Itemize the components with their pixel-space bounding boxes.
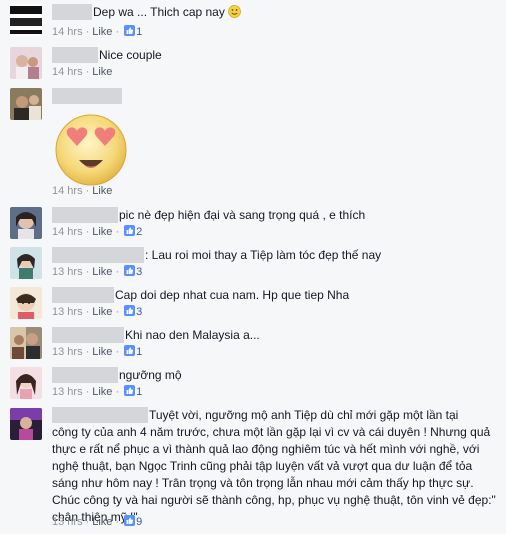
timestamp: 13 hrs (52, 306, 83, 318)
avatar[interactable] (10, 408, 42, 440)
thumbs-up-icon (124, 515, 136, 526)
like-link[interactable]: Like (92, 516, 112, 528)
redacted-name[interactable] (52, 47, 98, 63)
like-link[interactable]: Like (92, 346, 112, 358)
redacted-name[interactable] (52, 407, 148, 423)
comment-text: pic nè đẹp hiện đại và sang trọng quá , … (119, 208, 366, 222)
like-link[interactable]: Like (92, 185, 112, 197)
comment-text: ngưỡng mộ (119, 368, 182, 382)
thumbs-up-icon (124, 265, 136, 276)
timestamp: 13 hrs (52, 266, 83, 278)
like-count[interactable]: 2 (136, 226, 142, 238)
redacted-name[interactable] (52, 88, 122, 104)
like-count[interactable]: 1 (136, 26, 142, 38)
heart-eyes-sticker (55, 114, 127, 186)
like-count[interactable]: 1 (136, 386, 142, 398)
like-link[interactable]: Like (92, 26, 112, 38)
like-count[interactable]: 9 (136, 516, 142, 528)
like-link[interactable]: Like (92, 266, 112, 278)
comment-text-continued: công ty của anh 4 năm trước, chưa một lầ… (52, 425, 496, 524)
redacted-name[interactable] (52, 247, 144, 263)
avatar[interactable] (10, 4, 42, 36)
timestamp: 14 hrs (52, 226, 83, 238)
smiley-icon (228, 5, 242, 18)
thumbs-up-icon (124, 385, 136, 396)
thumbs-up-icon (124, 225, 136, 236)
like-count[interactable]: 3 (136, 306, 142, 318)
avatar[interactable] (10, 247, 42, 279)
comment-text: Khi nao den Malaysia a... (125, 328, 260, 342)
redacted-name[interactable] (52, 4, 92, 20)
timestamp: 13 hrs (52, 386, 83, 398)
like-link[interactable]: Like (92, 66, 112, 78)
like-link[interactable]: Like (92, 226, 112, 238)
thumbs-up-icon (124, 345, 136, 356)
thumbs-up-icon (124, 25, 136, 36)
comment-text: Nice couple (99, 48, 162, 62)
avatar[interactable] (10, 327, 42, 359)
timestamp: 14 hrs (52, 26, 83, 38)
comment-text: : Lau roi moi thay a Tiệp làm tóc đẹp th… (145, 248, 382, 262)
timestamp: 14 hrs (52, 185, 83, 197)
redacted-name[interactable] (52, 287, 114, 303)
timestamp: 13 hrs (52, 516, 83, 528)
redacted-name[interactable] (52, 367, 118, 383)
comment-text: Dep wa ... Thich cap nay (93, 5, 225, 19)
thumbs-up-icon (124, 305, 136, 316)
avatar[interactable] (10, 367, 42, 399)
avatar[interactable] (10, 47, 42, 79)
redacted-name[interactable] (52, 327, 124, 343)
avatar[interactable] (10, 207, 42, 239)
comment-text: Tuyệt vời, ngưỡng mộ anh Tiệp dù chỉ mới… (149, 408, 459, 422)
comment-text: Cap doi dep nhat cua nam. Hp que tiep Nh… (115, 288, 350, 302)
timestamp: 13 hrs (52, 346, 83, 358)
avatar[interactable] (10, 88, 42, 120)
like-count[interactable]: 1 (136, 346, 142, 358)
timestamp: 14 hrs (52, 66, 83, 78)
like-link[interactable]: Like (92, 386, 112, 398)
like-count[interactable]: 3 (136, 266, 142, 278)
like-link[interactable]: Like (92, 306, 112, 318)
avatar[interactable] (10, 287, 42, 319)
redacted-name[interactable] (52, 207, 118, 223)
